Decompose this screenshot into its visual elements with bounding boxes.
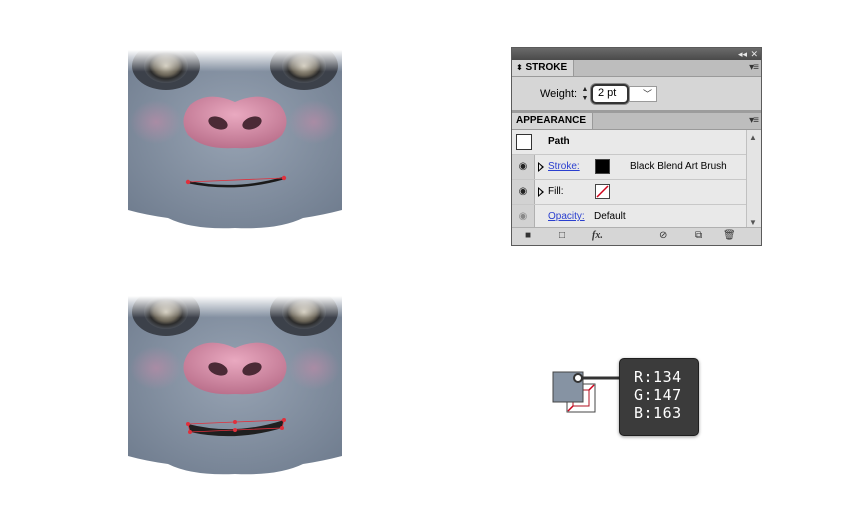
fill-label: Fill: <box>548 186 564 197</box>
eye-col: ◉ <box>512 205 535 229</box>
eye-icon[interactable]: ◉ <box>517 162 529 172</box>
tab-stroke-label: STROKE <box>525 62 568 73</box>
close-icon[interactable]: ✕ <box>750 48 758 60</box>
tab-appearance-label: APPEARANCE <box>516 115 587 126</box>
green-value: G:147 <box>634 386 682 404</box>
appearance-row-path[interactable]: Path <box>512 130 761 155</box>
path-label: Path <box>548 136 570 147</box>
appearance-row-stroke[interactable]: ◉ Stroke: Black Blend Art Brush <box>512 155 761 180</box>
eye-icon[interactable]: ◉ <box>517 187 529 197</box>
rgb-tooltip: R:134 G:147 B:163 <box>619 358 699 436</box>
duplicate-item-icon[interactable]: ⧉ <box>695 230 702 242</box>
face-illustration-bottom <box>128 296 342 476</box>
appearance-row-fill[interactable]: ◉ Fill: <box>512 180 761 205</box>
path-thumbnail <box>516 134 532 150</box>
chevron-down-icon: ﹀ <box>642 89 652 99</box>
eye-col: ◉ <box>512 180 535 204</box>
fill-none-swatch[interactable] <box>595 184 610 199</box>
opacity-link[interactable]: Opacity: <box>548 211 585 222</box>
weight-label: Weight: <box>540 88 578 100</box>
add-fill-icon[interactable]: □ <box>559 230 565 242</box>
blue-value: B:163 <box>634 404 682 422</box>
weight-dropdown[interactable]: ﹀ <box>629 86 657 102</box>
panel-menu-icon[interactable]: ▾≡ <box>749 62 759 73</box>
weight-stepper[interactable]: ▲ ▼ <box>581 85 589 103</box>
add-stroke-icon[interactable]: ■ <box>525 230 531 242</box>
collapse-icon[interactable]: ◂◂ <box>738 48 747 60</box>
panel-menu-icon[interactable]: ▾≡ <box>749 115 759 126</box>
stroke-body: Weight: ▲ ▼ 2 pt ﹀ <box>512 77 761 110</box>
appearance-scrollbar[interactable]: ▲ ▼ <box>746 130 761 229</box>
eye-icon[interactable]: ◉ <box>517 212 529 222</box>
fx-icon[interactable]: fx. <box>592 230 603 242</box>
red-value: R:134 <box>634 368 682 386</box>
weight-input[interactable]: 2 pt <box>591 84 629 104</box>
scroll-up-icon[interactable]: ▲ <box>749 133 757 142</box>
opacity-value: Default <box>594 211 626 222</box>
weight-value: 2 pt <box>598 87 617 99</box>
stroke-link[interactable]: Stroke: <box>548 161 580 172</box>
appearance-row-opacity[interactable]: ◉ Opacity: Default <box>512 205 761 229</box>
eye-col: ◉ <box>512 155 535 179</box>
trash-icon[interactable]: 🗑 <box>723 230 736 242</box>
face-illustration-top <box>128 50 342 230</box>
appearance-bottom-toolbar: ■ □ fx. ⊘ ⧉ 🗑 <box>512 227 761 245</box>
stroke-tabrow: ⬍ STROKE ▾≡ <box>512 60 761 77</box>
stroke-appearance-panel: ◂◂ ✕ ⬍ STROKE ▾≡ Weight: ▲ ▼ 2 pt ﹀ APPEA… <box>511 47 762 246</box>
tab-appearance[interactable]: APPEARANCE <box>512 113 594 129</box>
clear-appearance-icon[interactable]: ⊘ <box>659 230 667 242</box>
tab-stroke[interactable]: ⬍ STROKE <box>512 60 575 76</box>
stroke-brush-value: Black Blend Art Brush <box>630 161 727 172</box>
none-slash-icon <box>596 185 609 198</box>
scroll-down-icon[interactable]: ▼ <box>749 218 757 227</box>
expand-triangle-icon[interactable] <box>538 187 544 197</box>
expand-triangle-icon[interactable] <box>538 162 544 172</box>
path-thumb-col <box>512 130 534 154</box>
panel-titlebar[interactable]: ◂◂ ✕ <box>512 48 761 60</box>
tab-arrows-icon: ⬍ <box>516 63 523 72</box>
appearance-tabrow: APPEARANCE ▾≡ <box>512 113 761 130</box>
fill-stroke-swatch-icon <box>552 371 621 413</box>
stroke-swatch[interactable] <box>595 159 610 174</box>
appearance-rows: Path ◉ Stroke: Black Blend Art Brush ◉ F… <box>512 130 761 229</box>
